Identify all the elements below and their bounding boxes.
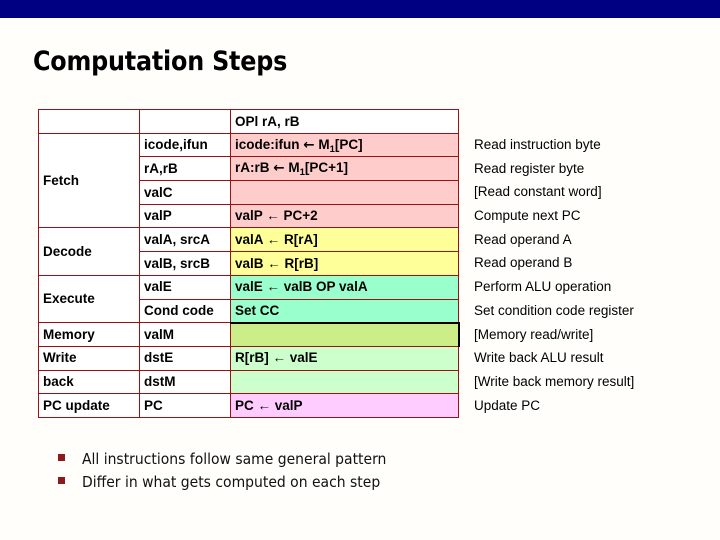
table-row-instruction-header: OPl rA, rB [38,109,459,134]
table-row: Memory valM [38,321,460,347]
stage-label-fetch: Fetch [38,132,140,229]
field-cell: rA,rB [139,156,231,182]
annotation-note: Write back ALU result [474,350,604,366]
field-cell: PC [139,393,231,418]
bullet-label: All instructions follow same general pat… [82,450,387,468]
square-bullet-icon [58,477,65,484]
annotation-note: Read instruction byte [474,137,601,152]
expression-cell: valA ← R[rA] [230,227,459,253]
annotation-note: Read register byte [474,160,585,176]
expression-cell [230,321,460,347]
list-item: Differ in what gets computed on each ste… [58,473,386,496]
list-item: All instructions follow same general pat… [58,450,386,473]
annotation-note: [Read constant word] [474,184,602,200]
header-spacer-stage [38,109,140,134]
instruction-header-cell: OPl rA, rB [230,109,459,134]
annotation-note: Compute next PC [474,208,581,224]
annotation-note: [Memory read/write] [474,326,594,342]
field-cell: valM [139,322,231,347]
expression-cell: Set CC [230,298,459,324]
expression-cell: icode:ifun ← M1[PC] [230,132,459,158]
table-row: Fetch icode,ifun icode:ifun ← M1[PC] [38,132,459,229]
annotation-note: [Write back memory result] [474,373,635,389]
stage-label-write: Write [38,345,140,371]
bullet-label: Differ in what gets computed on each ste… [82,473,381,491]
annotation-note: Set condition code register [474,302,634,318]
field-cell: dstM [139,369,231,395]
field-cell: valP [139,203,231,229]
table-row: Decode valA, srcA valA ← R[rA] [38,227,459,276]
stage-label-pc-update: PC update [38,393,140,418]
expression-cell: PC ← valP [230,393,459,418]
bullet-list: All instructions follow same general pat… [58,450,386,496]
expression-cell: valP ← PC+2 [230,203,459,229]
field-cell: Cond code [139,298,231,324]
annotation-note: Read operand A [474,231,572,247]
stage-label-execute: Execute [38,274,140,324]
stage-label-memory: Memory [38,322,140,347]
annotation-note: Read operand B [474,255,573,271]
annotation-column: Read instruction byte Read register byte… [474,133,718,417]
slide-top-bar [0,0,720,18]
page-title: Computation Steps [33,46,288,77]
field-cell: valE [139,274,231,300]
stage-label-back: back [38,369,140,395]
table-row: back dstM [38,369,459,395]
expression-cell [230,180,459,205]
header-spacer-field [139,109,231,134]
expression-cell: R[rB] ← valE [230,345,459,371]
field-cell: dstE [139,345,231,371]
expression-cell [230,369,459,395]
expression-cell: rA:rB ← M1[PC+1] [230,156,459,182]
expression-cell: valB ← R[rB] [230,251,459,276]
table-row: Execute valE valE ← valB OP valA [38,274,459,324]
field-cell: valA, srcA [139,227,231,253]
field-cell: valC [139,180,231,205]
square-bullet-icon [58,454,65,461]
annotation-note: Update PC [474,397,541,413]
computation-steps-table: OPl rA, rB Fetch icode,ifun icode:ifun ←… [38,109,460,418]
stage-label-decode: Decode [38,227,140,276]
annotation-note: Perform ALU operation [474,279,612,295]
table-row: PC update PC PC ← valP [38,393,459,418]
table-row: Write dstE R[rB] ← valE [38,345,459,371]
field-cell: icode,ifun [139,132,231,158]
field-cell: valB, srcB [139,251,231,276]
expression-cell: valE ← valB OP valA [230,274,459,300]
